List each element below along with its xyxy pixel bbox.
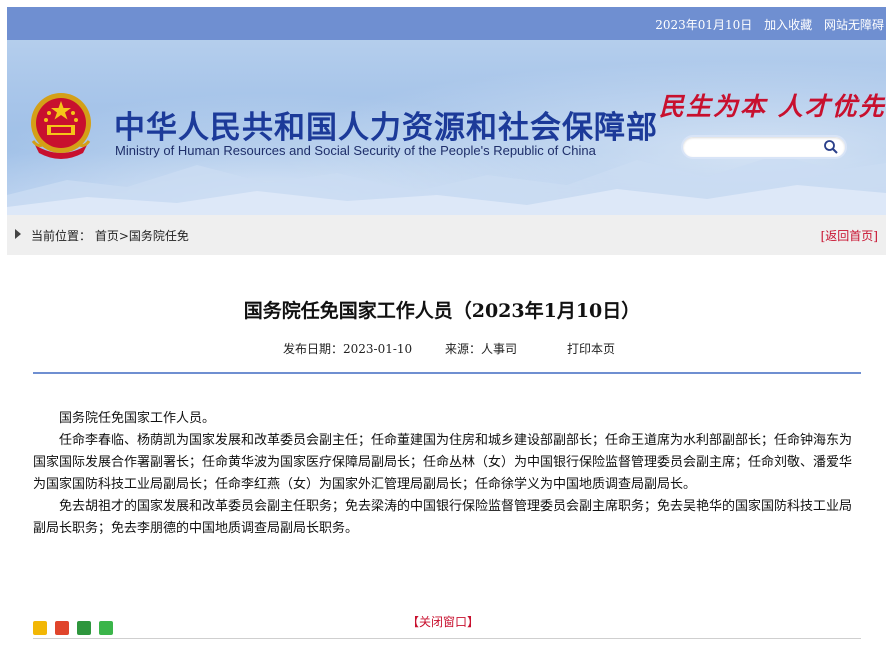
bottom-divider <box>33 638 861 639</box>
breadcrumb-label: 当前位置： <box>31 229 92 243</box>
site-title-english: Ministry of Human Resources and Social S… <box>115 143 596 158</box>
article: 国务院任免国家工作人员（2023年1月10日） 发布日期：2023-01-10 … <box>7 262 886 663</box>
article-body: 国务院任免国家工作人员。 任命李春临、杨荫凯为国家发展和改革委员会副主任；任命董… <box>33 408 861 540</box>
paragraph: 免去胡祖才的国家发展和改革委员会副主任职务；免去梁涛的中国银行保险监督管理委员会… <box>33 499 853 536</box>
breadcrumb-arrow-icon <box>15 229 21 239</box>
back-home-link[interactable]: [返回首页] <box>821 227 878 244</box>
close-window-link[interactable]: 【关闭窗口】 <box>0 613 886 630</box>
breadcrumb: 当前位置： 首页>国务院任免 [返回首页] <box>7 215 886 255</box>
search-icon[interactable] <box>823 139 839 155</box>
print-page-link[interactable]: 打印本页 <box>567 340 615 357</box>
publish-date: 发布日期：2023-01-10 <box>283 342 413 356</box>
accessibility-link[interactable]: 网站无障碍 <box>824 18 884 32</box>
title-divider <box>33 372 861 374</box>
add-favorite-link[interactable]: 加入收藏 <box>764 18 812 32</box>
national-emblem-icon <box>31 93 91 159</box>
article-source: 来源：人事司 <box>445 342 518 356</box>
site-slogan: 民生为本 人才优先 <box>659 92 886 121</box>
article-title: 国务院任免国家工作人员（2023年1月10日） <box>243 300 641 322</box>
breadcrumb-path[interactable]: 首页>国务院任免 <box>95 229 189 243</box>
paragraph: 任命李春临、杨荫凯为国家发展和改革委员会副主任；任命董建国为住房和城乡建设部副部… <box>33 433 853 492</box>
current-date: 2023年01月10日 <box>655 18 753 32</box>
search-box[interactable] <box>681 135 847 159</box>
site-title: 中华人民共和国人力资源和社会保障部 <box>114 110 658 146</box>
page: 2023年01月10日 加入收藏 网站无障碍 中华人民共和国人力资源和社会保障部… <box>0 0 886 663</box>
top-bar: 2023年01月10日 加入收藏 网站无障碍 <box>7 7 886 40</box>
site-header: 2023年01月10日 加入收藏 网站无障碍 中华人民共和国人力资源和社会保障部… <box>7 7 886 215</box>
paragraph: 国务院任免国家工作人员。 <box>59 411 216 426</box>
